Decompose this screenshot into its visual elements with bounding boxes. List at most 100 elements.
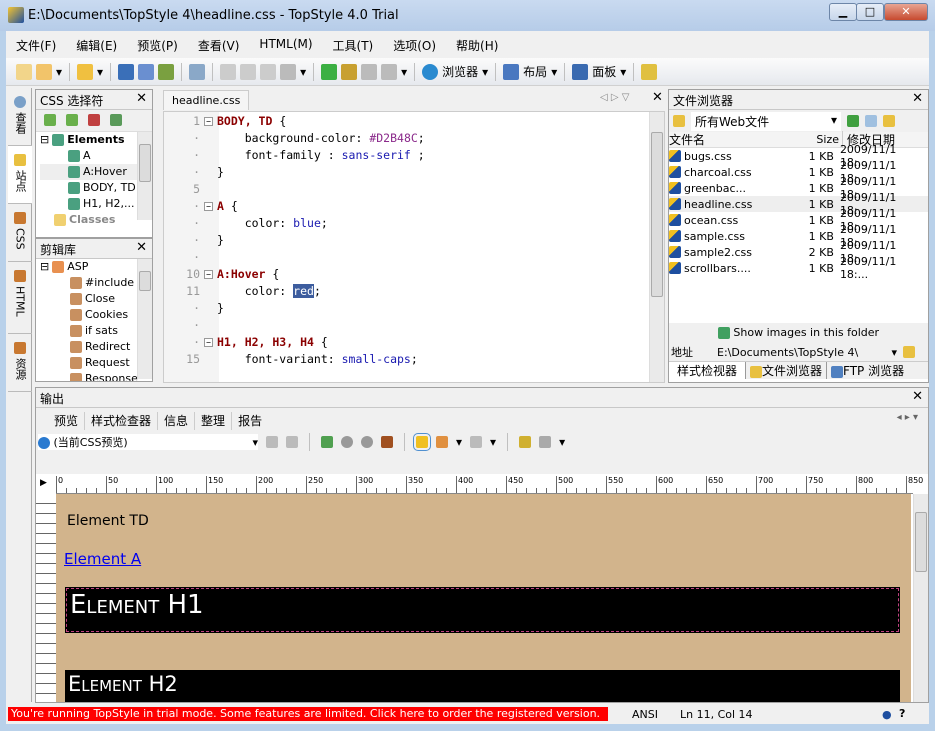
close-button[interactable]: ✕	[884, 3, 928, 21]
clip-item[interactable]: Redirect	[40, 339, 152, 355]
clip-item[interactable]: Request	[40, 355, 152, 371]
code-line[interactable]: }	[217, 233, 224, 247]
folder-options-icon[interactable]	[883, 115, 895, 127]
tab-file-browser[interactable]: 文件浏览器	[745, 362, 828, 379]
close-icon[interactable]: ✕	[136, 91, 147, 106]
edit-selector-icon[interactable]	[66, 114, 78, 126]
code-line[interactable]: font-family : sans-serif ;	[217, 148, 425, 162]
selector-options-icon[interactable]	[110, 114, 122, 126]
menu-tools[interactable]: 工具(T)	[323, 33, 384, 57]
scrollbar[interactable]	[913, 494, 928, 702]
help-icon[interactable]: ?	[899, 707, 905, 720]
tab-report[interactable]: 报告	[231, 412, 268, 430]
file-row[interactable]: scrollbars.... 1 KB 2009/11/1 18:...	[669, 255, 928, 281]
code-line[interactable]: BODY, TD {	[217, 114, 286, 128]
scrollbar[interactable]	[137, 132, 152, 220]
refresh-icon[interactable]	[847, 115, 859, 127]
delete-selector-icon[interactable]	[88, 114, 100, 126]
address-field[interactable]: E:\Documents\TopStyle 4\ ▾	[717, 346, 897, 359]
tree-item[interactable]: A:Hover	[40, 164, 152, 180]
menu-preview[interactable]: 预览(P)	[127, 33, 188, 57]
maximize-button[interactable]: □	[856, 3, 884, 21]
tree-item[interactable]: BODY, TD	[40, 180, 152, 196]
close-icon[interactable]: ✕	[652, 90, 663, 105]
scrollbar[interactable]	[649, 112, 664, 382]
open-folder-icon[interactable]	[77, 63, 94, 80]
vtab-resources[interactable]: 资源	[8, 334, 32, 392]
screenshot-icon[interactable]	[519, 436, 532, 448]
show-images-button[interactable]: Show images in this folder	[669, 323, 928, 343]
tab-style-checker[interactable]: 样式检查器	[84, 412, 157, 430]
brush-icon[interactable]	[280, 63, 297, 80]
code-line[interactable]: }	[217, 165, 224, 179]
clip-item[interactable]: Response	[40, 371, 152, 381]
scrollbar[interactable]	[137, 259, 152, 379]
tab-tidy[interactable]: 整理	[194, 412, 231, 430]
globe-icon[interactable]: ●	[882, 708, 892, 721]
validate-icon[interactable]	[321, 63, 338, 80]
tab-headline-css[interactable]: headline.css	[163, 90, 250, 110]
w3c-html-icon[interactable]	[361, 63, 378, 80]
code-line[interactable]: color: blue;	[217, 216, 328, 230]
clip-item[interactable]: Close	[40, 291, 152, 307]
tree-root-asp[interactable]: ⊟ ASP	[40, 259, 152, 275]
tab-nav-icons[interactable]: ◁ ▷ ▽	[600, 92, 629, 103]
tree-item[interactable]: H1, H2,...	[40, 196, 152, 212]
code-editor[interactable]: 1− BODY, TD {· background-color: #D2B48C;…	[163, 111, 665, 383]
code-line[interactable]: font-variant: small-caps;	[217, 352, 418, 366]
fold-toggle-icon[interactable]: −	[204, 270, 213, 279]
vtab-html[interactable]: HTML	[8, 262, 32, 334]
layout-button[interactable]: 布局	[523, 63, 547, 80]
preview-source-select[interactable]: (当前CSS预览) ▾	[38, 434, 258, 450]
edit-icon[interactable]	[266, 436, 278, 448]
clip-item[interactable]: Cookies	[40, 307, 152, 323]
clip-item[interactable]: #include	[40, 275, 152, 291]
tree-view-icon[interactable]	[865, 115, 877, 127]
add-selector-icon[interactable]	[44, 114, 56, 126]
preview-element-a[interactable]: Element A	[64, 550, 141, 568]
link-icon[interactable]	[240, 63, 257, 80]
size-icon[interactable]	[470, 436, 483, 448]
menu-help[interactable]: 帮助(H)	[446, 33, 508, 57]
up-folder-icon[interactable]	[673, 115, 685, 127]
fold-toggle-icon[interactable]: −	[204, 338, 213, 347]
tab-ftp-browser[interactable]: FTP 浏览器	[827, 362, 908, 379]
code-line[interactable]: color: red;	[217, 284, 321, 298]
browser-button[interactable]: 浏览器	[442, 63, 478, 80]
tab-nav-icons[interactable]: ◂ ▸ ▾	[897, 412, 918, 423]
file-filter-select[interactable]: 所有Web文件 ▾	[691, 111, 841, 131]
menu-file[interactable]: 文件(F)	[6, 33, 66, 57]
clip-item[interactable]: if sats	[40, 323, 152, 339]
resize-icon[interactable]	[436, 436, 448, 448]
trial-notice-link[interactable]: You're running TopStyle in trial mode. S…	[8, 707, 608, 721]
code-line[interactable]: A:Hover {	[217, 267, 279, 281]
menu-options[interactable]: 选项(O)	[383, 33, 446, 57]
vtab-site[interactable]: 站点	[8, 146, 32, 204]
minimize-button[interactable]: ▁	[829, 3, 857, 21]
tree-root-classes[interactable]: Classes	[40, 212, 152, 228]
refresh-preview-icon[interactable]	[321, 436, 333, 448]
close-icon[interactable]: ✕	[136, 240, 147, 255]
fold-toggle-icon[interactable]: −	[204, 202, 213, 211]
braces-icon[interactable]	[220, 63, 237, 80]
vtab-view[interactable]: 查看	[8, 88, 32, 146]
notes-icon[interactable]	[286, 436, 298, 448]
back-icon[interactable]	[341, 436, 353, 448]
favorite-icon[interactable]	[903, 346, 915, 358]
w3c-css-icon[interactable]	[341, 63, 358, 80]
preview-image-icon[interactable]	[641, 63, 658, 80]
tab-preview[interactable]: 预览	[48, 412, 84, 430]
code-line[interactable]: }	[217, 301, 224, 315]
find-icon[interactable]	[189, 63, 206, 80]
code-line[interactable]: A {	[217, 199, 238, 213]
tree-root-elements[interactable]: ⊟ Elements	[40, 132, 152, 148]
panel-button[interactable]: 面板	[592, 63, 616, 80]
save-check-icon[interactable]	[158, 63, 175, 80]
code-line[interactable]: background-color: #D2B48C;	[217, 131, 425, 145]
vtab-css[interactable]: CSS	[8, 204, 32, 262]
ruler-icon[interactable]	[413, 433, 431, 451]
forward-icon[interactable]	[361, 436, 373, 448]
menu-html[interactable]: HTML(M)	[249, 33, 322, 57]
fold-toggle-icon[interactable]: −	[204, 117, 213, 126]
tab-info[interactable]: 信息	[157, 412, 194, 430]
